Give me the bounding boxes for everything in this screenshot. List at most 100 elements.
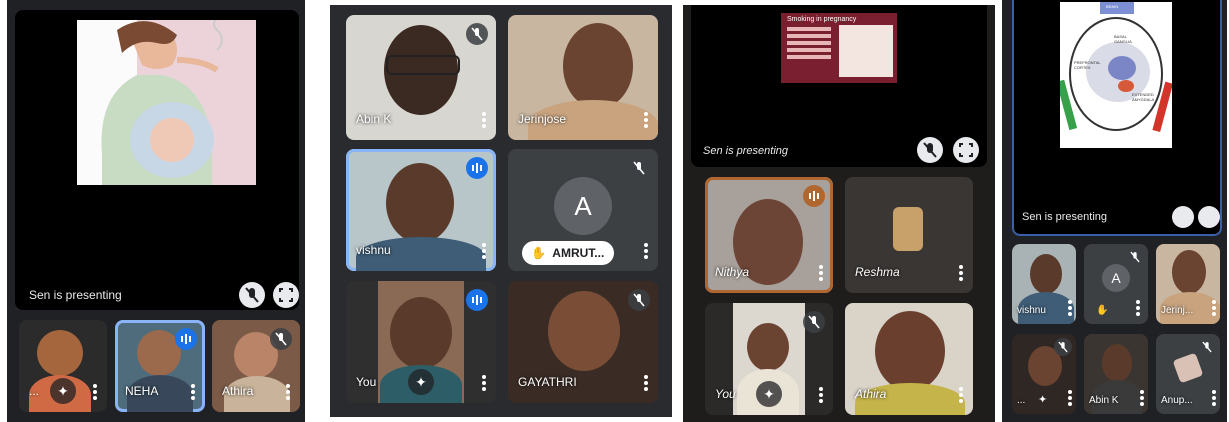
fullscreen-icon <box>959 143 973 157</box>
participant-tile[interactable]: A ✋ AMRUT... <box>508 149 658 271</box>
participant-tile[interactable]: ✦ You <box>346 281 496 403</box>
slide-label-ganglia: BASAL GANGLIA <box>1114 34 1132 44</box>
participant-tile[interactable]: Athira <box>212 320 300 412</box>
more-options-icon[interactable] <box>1068 300 1072 316</box>
more-options-icon[interactable] <box>644 112 648 128</box>
more-options-icon[interactable] <box>959 265 963 281</box>
participant-tile[interactable]: GAYATHRI <box>508 281 658 403</box>
slide-label-amygdala: EXTENDED AMYGDALA <box>1132 92 1155 102</box>
raised-hand-icon: ✋ <box>1096 305 1109 316</box>
mute-presenter-button[interactable] <box>1172 206 1194 228</box>
participant-avatar: A <box>554 177 612 235</box>
participant-tile[interactable]: Anup... <box>1156 334 1220 414</box>
participant-video <box>390 297 452 369</box>
more-options-icon[interactable] <box>644 375 648 391</box>
meet-screenshot-panel-4: BRAIN BASAL GANGLIA PREFRONTAL CORTEX EX… <box>1002 0 1227 422</box>
participant-video <box>1030 254 1062 294</box>
speaking-indicator-icon <box>466 157 488 179</box>
more-options-icon[interactable] <box>959 387 963 403</box>
participant-name: ... <box>1017 395 1026 406</box>
more-options-icon[interactable] <box>482 112 486 128</box>
participant-name: GAYATHRI <box>518 375 577 389</box>
participant-name: NEHA <box>125 384 159 398</box>
presentation-area: BRAIN BASAL GANGLIA PREFRONTAL CORTEX EX… <box>1012 0 1222 236</box>
more-options-icon[interactable] <box>1212 300 1216 316</box>
more-options-icon[interactable] <box>482 243 486 259</box>
meet-screenshot-panel-3: Smoking in pregnancy Sen is presenting N… <box>683 5 995 422</box>
participant-video <box>1102 344 1132 382</box>
mic-off-icon <box>923 142 937 158</box>
fullscreen-button[interactable] <box>1198 206 1220 228</box>
mic-off-icon <box>270 328 292 350</box>
participant-name: You <box>715 387 736 401</box>
mute-presenter-button[interactable] <box>239 282 265 308</box>
participant-tile[interactable]: Abin K <box>346 15 496 140</box>
participant-tile[interactable]: vishnu <box>1012 244 1076 324</box>
participant-video <box>747 323 789 371</box>
participant-avatar: A <box>1102 264 1130 292</box>
participant-video <box>37 330 83 376</box>
more-options-icon[interactable] <box>93 384 97 400</box>
meet-screenshot-panel-1: Sen is presenting ✦ ... NEHA Athira <box>7 0 305 422</box>
more-options-icon[interactable] <box>286 384 290 400</box>
participant-tile[interactable]: ✦ You <box>705 303 833 415</box>
mic-off-icon <box>628 289 650 311</box>
more-options-icon[interactable] <box>819 265 823 281</box>
meet-screenshot-panel-2: Abin K Jerinjose vishnu A ✋ AMRUT... ✦ Y… <box>330 5 672 417</box>
effects-icon[interactable]: ✦ <box>756 381 782 407</box>
participant-tile[interactable]: ✦ ... <box>1012 334 1076 414</box>
more-options-icon[interactable] <box>1212 390 1216 406</box>
participant-tile[interactable]: Jerinjose <box>508 15 658 140</box>
participant-tile[interactable]: Jerinj... <box>1156 244 1220 324</box>
participant-name: Reshma <box>855 265 900 279</box>
participant-tile[interactable]: NEHA <box>115 320 205 412</box>
participant-name: Abin K <box>356 112 392 126</box>
mic-off-icon <box>628 157 650 179</box>
fullscreen-button[interactable] <box>273 282 299 308</box>
smoking-in-pregnancy-slide: Smoking in pregnancy <box>781 13 897 83</box>
more-options-icon[interactable] <box>1140 390 1144 406</box>
participant-name: AMRUT... <box>552 246 605 260</box>
presentation-area: Sen is presenting <box>15 10 299 310</box>
participant-video <box>386 163 454 243</box>
participant-tile[interactable]: Reshma <box>845 177 973 293</box>
mic-off-icon <box>803 311 825 333</box>
participant-tile[interactable]: Athira <box>845 303 973 415</box>
participant-avatar-image <box>893 207 923 251</box>
participant-tile[interactable]: A ✋ <box>1084 244 1148 324</box>
participant-video <box>875 311 945 391</box>
fullscreen-button[interactable] <box>953 137 979 163</box>
speaking-indicator-icon <box>803 185 825 207</box>
fullscreen-icon <box>279 288 293 302</box>
mic-off-icon <box>1054 338 1072 356</box>
participant-tile[interactable]: Abin K <box>1084 334 1148 414</box>
participant-tile[interactable]: vishnu <box>346 149 496 271</box>
speaking-indicator-icon <box>466 289 488 311</box>
more-options-icon[interactable] <box>482 375 486 391</box>
mute-presenter-button[interactable] <box>917 137 943 163</box>
slide-label-prefrontal: PREFRONTAL CORTEX <box>1074 60 1101 70</box>
more-options-icon[interactable] <box>1068 390 1072 406</box>
more-options-icon[interactable] <box>819 387 823 403</box>
more-options-icon[interactable] <box>191 384 195 400</box>
participant-name: Athira <box>222 384 254 398</box>
mic-off-icon <box>466 23 488 45</box>
more-options-icon[interactable] <box>644 243 648 259</box>
more-options-icon[interactable] <box>1136 300 1140 316</box>
participant-name: vishnu <box>1017 305 1046 316</box>
effects-icon[interactable]: ✦ <box>50 378 76 404</box>
effects-icon[interactable]: ✦ <box>408 369 434 395</box>
participant-name: You <box>356 375 377 389</box>
presenting-label: Sen is presenting <box>29 288 122 302</box>
effects-icon[interactable]: ✦ <box>1038 393 1047 406</box>
pregnancy-slide-image <box>77 14 256 185</box>
participant-tile[interactable]: ✦ ... <box>19 320 107 412</box>
participant-name: Athira <box>855 387 887 401</box>
presentation-area: Smoking in pregnancy Sen is presenting <box>691 5 987 167</box>
raised-hand-icon: ✋ <box>531 246 546 260</box>
mic-off-icon <box>245 287 259 303</box>
participant-tile[interactable]: Nithya <box>705 177 833 293</box>
participant-video <box>563 23 633 109</box>
mic-off-icon <box>1126 248 1144 266</box>
participant-video <box>548 291 620 371</box>
